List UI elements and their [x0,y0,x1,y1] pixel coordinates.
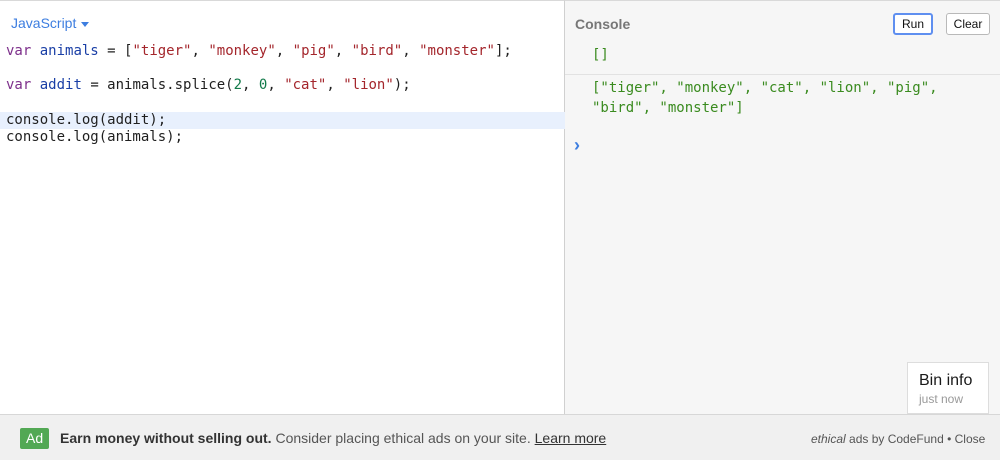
code-token: = animals.splice( [81,77,234,93]
bin-info-panel[interactable]: Bin info just now [907,362,989,414]
separator: • [943,432,955,446]
code-token: , [402,43,420,59]
variable-name: addit [39,77,82,93]
string-literal: "monster" [419,43,495,59]
run-button[interactable]: Run [893,13,933,35]
console-panel: Console Run Clear [] ["tiger", "monkey",… [565,0,1000,414]
number-literal: 2 [233,77,243,93]
keyword: var [6,77,32,93]
ad-attribution: ethical ads by CodeFund • Close [811,432,985,446]
code-line-2[interactable]: var addit = animals.splice(2, 0, "cat", … [0,77,565,94]
code-token: , [242,77,259,93]
console-output-line: ["tiger", "monkey", "cat", "lion", "pig"… [592,80,938,116]
chevron-right-icon[interactable]: › [574,135,580,155]
bin-info-timestamp: just now [919,392,964,406]
string-literal: "lion" [343,77,394,93]
code-line-4[interactable]: console.log(animals); [0,129,565,146]
keyword: var [6,43,32,59]
caret-down-icon [81,21,90,27]
clear-button[interactable]: Clear [946,13,990,35]
language-label: JavaScript [11,15,77,31]
ad-headline: Earn money without selling out. [60,430,272,446]
code-token: ); [393,77,411,93]
string-literal: "bird" [351,43,403,59]
language-dropdown[interactable]: JavaScript [11,15,90,31]
code-token: = [ [98,43,133,59]
code-token: , [326,77,344,93]
string-literal: "pig" [292,43,335,59]
code-token: , [191,43,209,59]
console-output-line: [] [592,47,609,63]
bin-info-title: Bin info [919,372,973,389]
ad-body: Consider placing ethical ads on your sit… [271,430,535,446]
close-ad-button[interactable]: Close [955,432,986,446]
string-literal: "monkey" [208,43,276,59]
ad-badge: Ad [20,428,50,449]
code-editor[interactable]: JavaScript var animals = ["tiger", "monk… [0,0,565,414]
ads-by-label[interactable]: ads by CodeFund [846,432,944,446]
console-divider [565,74,1000,75]
string-literal: "cat" [284,77,327,93]
code-line-3[interactable]: console.log(addit); [0,112,565,129]
ad-message: Earn money without selling out. Consider… [60,430,606,446]
code-token: ]; [494,43,512,59]
string-literal: "tiger" [132,43,192,59]
learn-more-link[interactable]: Learn more [535,430,607,446]
code-token: , [275,43,293,59]
variable-name: animals [39,43,99,59]
ad-banner: Ad Earn money without selling out. Consi… [0,414,1000,460]
console-title: Console [575,16,631,32]
code-line-1[interactable]: var animals = ["tiger", "monkey", "pig",… [0,43,565,60]
code-token: , [267,77,285,93]
code-token: , [334,43,352,59]
ethical-label: ethical [811,432,846,446]
